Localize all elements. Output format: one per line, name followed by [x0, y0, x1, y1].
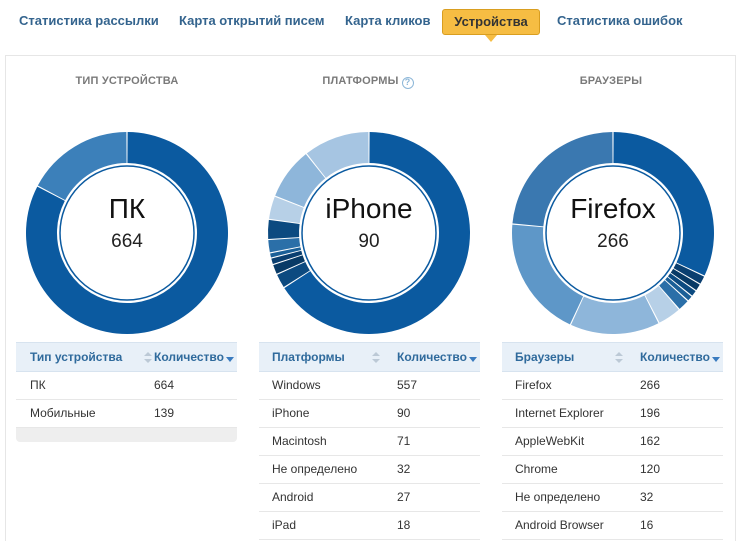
- row-count: 196: [640, 406, 661, 420]
- table-row[interactable]: Chrome 120: [502, 456, 723, 484]
- table-row[interactable]: Internet Explorer 196: [502, 400, 723, 428]
- tab-clicks-map[interactable]: Карта кликов: [345, 9, 430, 35]
- device-type-center-name: ПК: [108, 193, 146, 224]
- table-row[interactable]: Не определено 32: [502, 484, 723, 512]
- table-header: Браузеры Количество: [502, 342, 723, 372]
- row-count: 266: [640, 378, 661, 392]
- row-name: Android: [272, 490, 314, 504]
- row-name: Chrome: [515, 462, 558, 476]
- row-count: 71: [397, 434, 411, 448]
- column-header-name[interactable]: Браузеры: [515, 343, 574, 371]
- row-name: Internet Explorer: [515, 406, 604, 420]
- platforms-title-text: ПЛАТФОРМЫ: [322, 75, 399, 87]
- donut-segment[interactable]: [571, 295, 659, 334]
- row-name: Не определено: [272, 462, 358, 476]
- sort-both-icon[interactable]: [144, 352, 152, 364]
- sort-desc-icon[interactable]: [226, 357, 234, 362]
- table-row[interactable]: iPhone 90: [259, 400, 480, 428]
- row-name: Firefox: [515, 378, 552, 392]
- row-count: 16: [640, 518, 654, 532]
- row-name: iPhone: [272, 406, 310, 420]
- row-name: iPad: [272, 518, 297, 532]
- column-header-count[interactable]: Количество: [154, 343, 224, 371]
- platforms-center-name: iPhone: [325, 193, 413, 224]
- platforms-center-value: 90: [358, 231, 380, 252]
- table-row[interactable]: Android Browser 16: [502, 512, 723, 540]
- device-type-table: Тип устройства Количество ПК 664 Мобильн…: [16, 342, 237, 442]
- row-name: AppleWebKit: [515, 434, 585, 448]
- row-count: 90: [397, 406, 411, 420]
- column-header-name[interactable]: Платформы: [272, 343, 345, 371]
- platforms-table: Платформы Количество Windows 557 iPhone 90…: [259, 342, 480, 540]
- row-name: Не определено: [515, 490, 601, 504]
- row-count: 162: [640, 434, 661, 448]
- table-row[interactable]: Android 27: [259, 484, 480, 512]
- browsers-table: Браузеры Количество Firefox 266 Internet …: [502, 342, 723, 540]
- column-header-count[interactable]: Количество: [640, 343, 710, 371]
- tab-error-stats[interactable]: Статистика ошибок: [557, 9, 683, 35]
- sort-desc-icon[interactable]: [712, 357, 720, 362]
- table-row[interactable]: Macintosh 71: [259, 428, 480, 456]
- browsers-title: БРАУЗЕРЫ: [579, 75, 643, 87]
- table-footer: [16, 428, 237, 442]
- row-count: 32: [640, 490, 654, 504]
- row-count: 27: [397, 490, 411, 504]
- platforms-title: ПЛАТФОРМЫ?: [268, 75, 468, 89]
- browsers-center-name: Firefox: [570, 193, 656, 224]
- table-row[interactable]: Не определено 32: [259, 456, 480, 484]
- table-row[interactable]: Мобильные 139: [16, 400, 237, 428]
- table-row[interactable]: Windows 557: [259, 372, 480, 400]
- table-row[interactable]: ПК 664: [16, 372, 237, 400]
- sort-both-icon[interactable]: [372, 352, 380, 364]
- row-count: 32: [397, 462, 411, 476]
- row-name: ПК: [30, 378, 46, 392]
- column-header-count[interactable]: Количество: [397, 343, 467, 371]
- tab-opens-map[interactable]: Карта открытий писем: [179, 9, 325, 35]
- question-circle-icon[interactable]: ?: [401, 77, 414, 89]
- column-header-name[interactable]: Тип устройства: [30, 343, 122, 371]
- device-type-center-value: 664: [111, 231, 143, 252]
- tab-bar: Статистика рассылки Карта открытий писем…: [0, 0, 737, 46]
- row-count: 557: [397, 378, 418, 392]
- row-name: Мобильные: [30, 406, 96, 420]
- browsers-center-value: 266: [597, 231, 629, 252]
- table-header: Тип устройства Количество: [16, 342, 237, 372]
- row-name: Macintosh: [272, 434, 327, 448]
- row-count: 18: [397, 518, 411, 532]
- tab-mailing-stats[interactable]: Статистика рассылки: [19, 9, 159, 35]
- row-name: Windows: [272, 378, 321, 392]
- table-row[interactable]: iPad 18: [259, 512, 480, 540]
- sort-desc-icon[interactable]: [469, 357, 477, 362]
- device-type-title: ТИП УСТРОЙСТВА: [75, 75, 179, 87]
- row-count: 120: [640, 462, 661, 476]
- table-row[interactable]: Firefox 266: [502, 372, 723, 400]
- sort-both-icon[interactable]: [615, 352, 623, 364]
- table-row[interactable]: AppleWebKit 162: [502, 428, 723, 456]
- row-count: 139: [154, 406, 175, 420]
- table-header: Платформы Количество: [259, 342, 480, 372]
- row-name: Android Browser: [515, 518, 604, 532]
- tab-devices[interactable]: Устройства: [442, 9, 540, 42]
- row-count: 664: [154, 378, 175, 392]
